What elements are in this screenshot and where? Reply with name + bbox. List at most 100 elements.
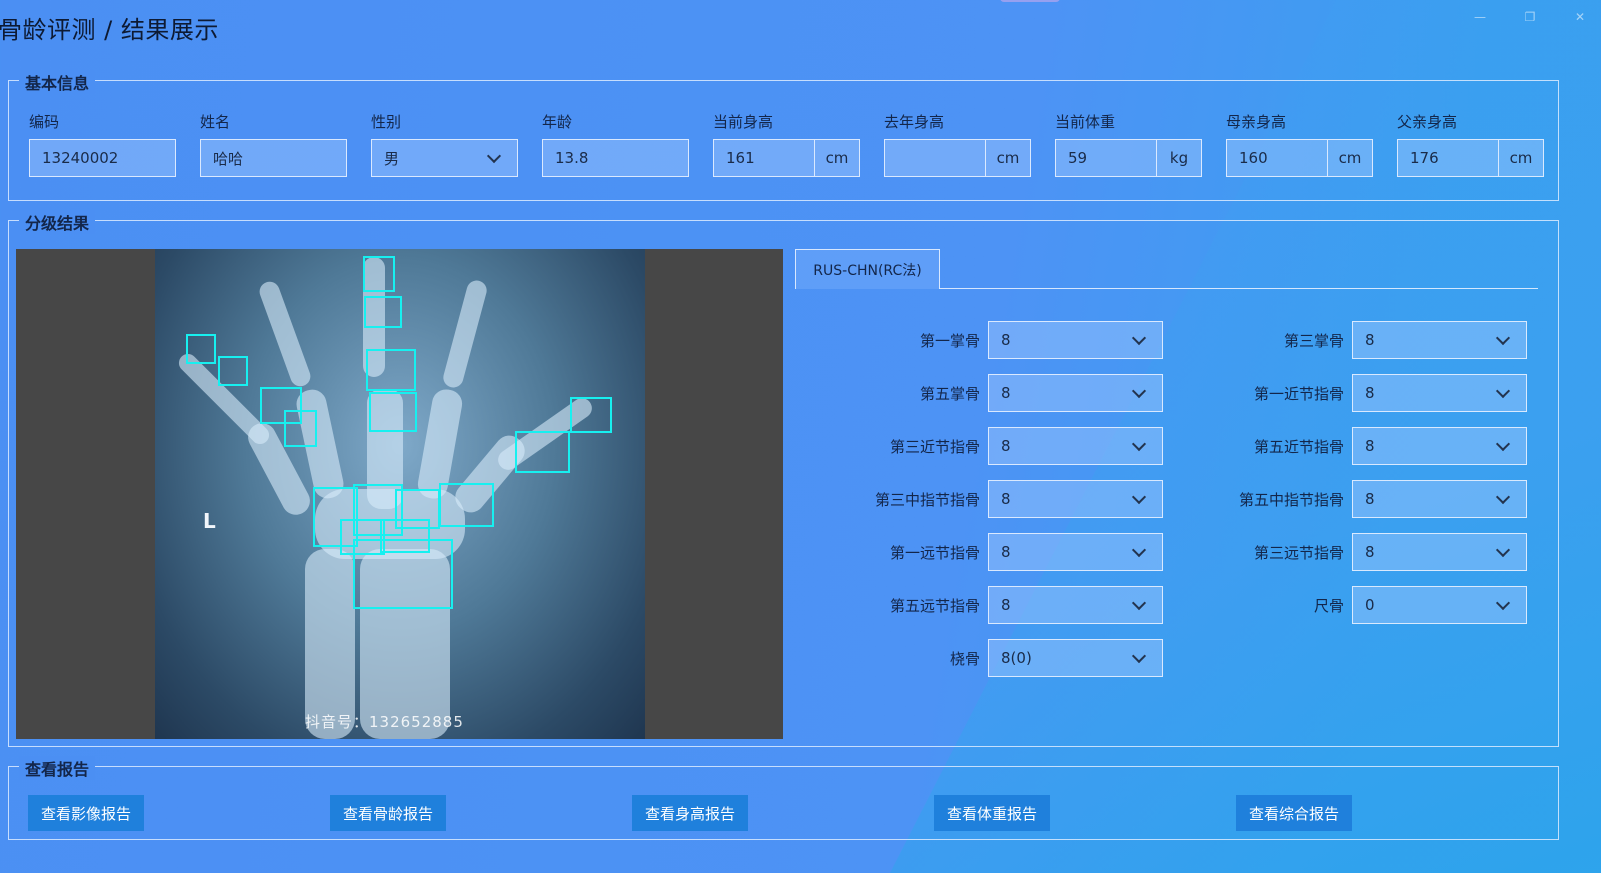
grade-select[interactable]: 8 [1352, 374, 1527, 412]
grade-value: 8 [1365, 543, 1375, 561]
code-input[interactable]: 13240002 [29, 139, 176, 177]
chevron-down-icon [1131, 595, 1147, 610]
mother-height-input[interactable]: 160 cm [1226, 139, 1373, 177]
field-label: 编码 [29, 113, 60, 131]
field-label: 母亲身高 [1226, 113, 1287, 131]
grade-value: 8 [1001, 437, 1011, 455]
grade-row: 桡骨 8(0) [808, 639, 1163, 677]
chevron-down-icon [1495, 542, 1511, 557]
field-label: 年龄 [542, 113, 573, 131]
field-label: 姓名 [200, 113, 231, 131]
detection-box [369, 392, 417, 432]
grade-select[interactable]: 8 [988, 533, 1163, 571]
xray-viewer[interactable]: L 抖音号：132652885 [16, 249, 783, 739]
close-icon[interactable]: ✕ [1571, 8, 1589, 26]
name-input[interactable]: 哈哈 [200, 139, 347, 177]
chevron-down-icon [1131, 489, 1147, 504]
basic-info-fields: 编码 13240002 姓名 哈哈 性别 男 年龄 13.8 当前身高 161 c… [29, 111, 1544, 177]
unit-label: cm [1498, 140, 1543, 176]
grade-value: 8 [1365, 490, 1375, 508]
current-weight-input[interactable]: 59 kg [1055, 139, 1202, 177]
detection-box [366, 349, 416, 391]
grade-label: 第五远节指骨 [889, 596, 980, 615]
grade-value: 8 [1001, 384, 1011, 402]
field-age: 年龄 13.8 [542, 111, 689, 177]
field-label: 父亲身高 [1397, 113, 1458, 131]
side-marker: L [203, 509, 216, 533]
detection-box [364, 296, 402, 328]
grade-label: 第五中指节指骨 [1238, 490, 1344, 509]
grade-select[interactable]: 8(0) [988, 639, 1163, 677]
grade-row: 第五掌骨 8 [808, 374, 1163, 412]
sex-select[interactable]: 男 [371, 139, 518, 177]
grade-row: 第三中指节指骨 8 [808, 480, 1163, 518]
view-bone-age-report-button[interactable]: 查看骨龄报告 [330, 795, 447, 831]
grade-value: 8 [1365, 331, 1375, 349]
detection-box [363, 256, 395, 292]
chevron-down-icon [1131, 542, 1147, 557]
grade-select[interactable]: 8 [988, 321, 1163, 359]
view-summary-report-button[interactable]: 查看综合报告 [1236, 795, 1353, 831]
grade-label: 桡骨 [949, 649, 980, 668]
view-image-report-button[interactable]: 查看影像报告 [28, 795, 145, 831]
grade-select[interactable]: 8 [1352, 321, 1527, 359]
grade-label: 尺骨 [1313, 596, 1344, 615]
top-glow-decoration [1000, 0, 1060, 2]
last-year-height-input[interactable]: cm [884, 139, 1031, 177]
field-father-height: 父亲身高 176 cm [1397, 111, 1544, 177]
view-height-report-button[interactable]: 查看身高报告 [632, 795, 749, 831]
report-legend: 查看报告 [19, 756, 96, 780]
age-input[interactable]: 13.8 [542, 139, 689, 177]
field-last-year-height: 去年身高 cm [884, 111, 1031, 177]
grade-label: 第三远节指骨 [1253, 543, 1344, 562]
grade-value: 8 [1001, 331, 1011, 349]
grade-value: 8(0) [1001, 649, 1032, 667]
chevron-down-icon [486, 148, 502, 163]
chevron-down-icon [1495, 330, 1511, 345]
grade-value: 0 [1365, 596, 1375, 614]
chevron-down-icon [1495, 436, 1511, 451]
field-current-weight: 当前体重 59 kg [1055, 111, 1202, 177]
grade-select[interactable]: 8 [988, 374, 1163, 412]
grade-row: 尺骨 0 [1172, 586, 1527, 624]
chevron-down-icon [1131, 436, 1147, 451]
chevron-down-icon [1131, 330, 1147, 345]
grade-select[interactable]: 8 [1352, 427, 1527, 465]
grade-select[interactable]: 8 [1352, 533, 1527, 571]
minimize-icon[interactable]: — [1471, 8, 1489, 26]
grade-select[interactable]: 8 [988, 586, 1163, 624]
window-controls: — ❐ ✕ [1471, 8, 1589, 26]
grading-legend: 分级结果 [19, 210, 96, 234]
tab-divider [939, 288, 1538, 289]
grade-select[interactable]: 0 [1352, 586, 1527, 624]
chevron-down-icon [1131, 383, 1147, 398]
field-name: 姓名 哈哈 [200, 111, 347, 177]
image-watermark: 抖音号：132652885 [305, 713, 464, 731]
field-label: 当前体重 [1055, 113, 1116, 131]
current-height-input[interactable]: 161 cm [713, 139, 860, 177]
view-weight-report-button[interactable]: 查看体重报告 [934, 795, 1051, 831]
grade-label: 第三近节指骨 [889, 437, 980, 456]
hand-xray-image: L 抖音号：132652885 [155, 249, 645, 739]
father-height-input[interactable]: 176 cm [1397, 139, 1544, 177]
grade-select[interactable]: 8 [1352, 480, 1527, 518]
grade-value: 8 [1365, 384, 1375, 402]
restore-icon[interactable]: ❐ [1521, 8, 1539, 26]
grade-row: 第五近节指骨 8 [1172, 427, 1527, 465]
chevron-down-icon [1131, 648, 1147, 663]
detection-box [353, 539, 453, 609]
detection-box [218, 356, 248, 386]
detection-box [186, 334, 216, 364]
detection-box [570, 397, 612, 433]
grade-row: 第一近节指骨 8 [1172, 374, 1527, 412]
grade-row: 第三远节指骨 8 [1172, 533, 1527, 571]
tab-rus-chn[interactable]: RUS-CHN(RC法) [795, 249, 940, 289]
unit-label: cm [814, 140, 859, 176]
basic-info-group: 基本信息 编码 13240002 姓名 哈哈 性别 男 年龄 13.8 当前身高… [8, 70, 1559, 201]
unit-label: cm [1327, 140, 1372, 176]
detection-box [515, 431, 570, 473]
detection-box [439, 483, 494, 527]
grade-select[interactable]: 8 [988, 427, 1163, 465]
grade-select[interactable]: 8 [988, 480, 1163, 518]
grade-label: 第三中指节指骨 [874, 490, 980, 509]
